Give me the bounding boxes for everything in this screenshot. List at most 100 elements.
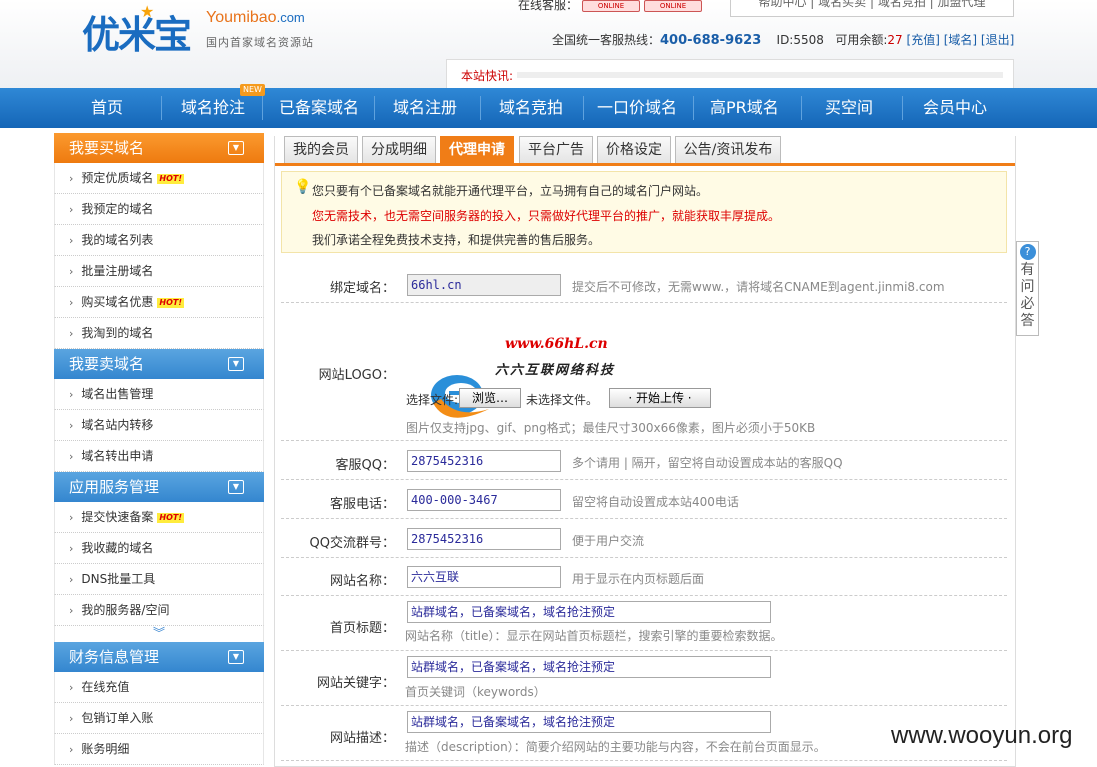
nav-divider bbox=[583, 96, 584, 120]
new-badge: NEW bbox=[240, 84, 265, 96]
help-icon: ? bbox=[1019, 244, 1036, 260]
phone-input[interactable]: 400-000-3467 bbox=[407, 489, 561, 511]
nav-divider bbox=[161, 96, 162, 120]
logo[interactable]: 优米宝 bbox=[82, 4, 192, 59]
chevron-right-icon: › bbox=[69, 573, 74, 586]
sidebar-item-fast-icp[interactable]: › 提交快速备案 HOT! bbox=[54, 502, 264, 533]
recharge-link[interactable]: [充值] bbox=[907, 33, 940, 47]
expand-more-icon[interactable]: ︾ bbox=[54, 626, 264, 642]
tab-my-members[interactable]: 我的会员 bbox=[284, 136, 358, 163]
bind-domain-field[interactable]: 66hl.cn bbox=[407, 274, 561, 296]
logo-cn-text: 六六互联网络科技 bbox=[495, 363, 616, 378]
top-links[interactable]: 帮助中心 | 域名买卖 | 域名竞拍 | 加盟代理 bbox=[730, 0, 1014, 17]
chevron-right-icon: › bbox=[69, 681, 74, 694]
sidebar-group-buy[interactable]: 我要买域名 ▼ bbox=[54, 133, 264, 163]
news-content[interactable] bbox=[517, 72, 1003, 78]
hot-badge: HOT! bbox=[157, 173, 185, 184]
form-row-keywords: 网站关键字： 站群域名，已备案域名，域名抢注预定 首页关键词（keywords） bbox=[281, 651, 1007, 706]
sidebar-item-domain-discount[interactable]: › 购买域名优惠 HOT! bbox=[54, 287, 264, 318]
tab-price-settings[interactable]: 价格设定 bbox=[597, 136, 671, 163]
nav-home[interactable]: 首页 bbox=[91, 88, 123, 128]
form-row-qq: 客服QQ： 2875452316 多个请用 | 隔开，留空将自动设置成本站的客服… bbox=[281, 441, 1007, 480]
sidebar-group-finance[interactable]: 财务信息管理 ▼ bbox=[54, 642, 264, 672]
form-row-logo: 网站LOGO： www.66hL.cn 六六互联网络科技 选择文件: 浏览… 未… bbox=[281, 303, 1007, 441]
nav-domain-auction[interactable]: 域名竞拍 bbox=[499, 88, 563, 128]
collapse-icon[interactable]: ▼ bbox=[228, 141, 244, 155]
field-hint: 描述（description）：简要介绍网站的主要功能与内容，不会在前台页面显示… bbox=[405, 740, 826, 754]
sidebar-group-services[interactable]: 应用服务管理 ▼ bbox=[54, 472, 264, 502]
field-hint: 首页关键词（keywords） bbox=[405, 685, 546, 699]
form-row-bind-domain: 绑定域名： 66hl.cn 提交后不可修改，无需www.，请将域名CNAME到a… bbox=[281, 263, 1007, 303]
nav-divider bbox=[262, 96, 263, 120]
collapse-icon[interactable]: ▼ bbox=[228, 650, 244, 664]
watermark: www.wooyun.org bbox=[891, 722, 1073, 749]
nav-domain-register[interactable]: 域名注册 bbox=[393, 88, 457, 128]
sidebar-item-my-reserved[interactable]: › 我预定的域名 bbox=[54, 194, 264, 225]
chevron-right-icon: › bbox=[69, 450, 74, 463]
sidebar-item-sale-manage[interactable]: › 域名出售管理 bbox=[54, 379, 264, 410]
field-hint: 网站名称（title）：显示在网站首页标题栏，搜索引擎的重要检索数据。 bbox=[405, 629, 783, 643]
nav-icp-domains[interactable]: 已备案域名 bbox=[279, 88, 359, 128]
nav-domain-snap[interactable]: 域名抢注 bbox=[181, 88, 245, 128]
form-row-site-name: 网站名称： 六六互联 用于显示在内页标题后面 bbox=[281, 558, 1007, 596]
sidebar-item-recharge[interactable]: › 在线充值 bbox=[54, 672, 264, 703]
tab-announcements[interactable]: 公告/资讯发布 bbox=[675, 136, 781, 163]
sidebar-item-reserve-domain[interactable]: › 预定优质域名 HOT! bbox=[54, 163, 264, 194]
sidebar-item-dns-tool[interactable]: › DNS批量工具 bbox=[54, 564, 264, 595]
sidebar-item-bulk-register[interactable]: › 批量注册域名 bbox=[54, 256, 264, 287]
form-row-qq-group: QQ交流群号： 2875452316 便于用户交流 bbox=[281, 519, 1007, 558]
nav-buy-hosting[interactable]: 买空间 bbox=[825, 88, 873, 128]
chevron-right-icon: › bbox=[69, 265, 74, 278]
chevron-right-icon: › bbox=[69, 388, 74, 401]
no-file-text: 未选择文件。 bbox=[526, 393, 599, 407]
field-label: 客服电话： bbox=[329, 497, 395, 512]
collapse-icon[interactable]: ▼ bbox=[228, 480, 244, 494]
hot-badge: HOT! bbox=[157, 512, 185, 523]
balance-value: 27 bbox=[887, 33, 903, 47]
sidebar-item-account-detail[interactable]: › 账务明细 bbox=[54, 734, 264, 765]
notice-box: 💡 您只要有个已备案域名就能开通代理平台，立马拥有自己的域名门户网站。 您无需技… bbox=[281, 171, 1007, 253]
sidebar-group-sell[interactable]: 我要卖域名 ▼ bbox=[54, 349, 264, 379]
upload-button[interactable]: · 开始上传 · bbox=[609, 388, 711, 408]
tab-commission[interactable]: 分成明细 bbox=[362, 136, 436, 163]
field-hint: 图片仅支持jpg、gif、png格式；最佳尺寸300x66像素，图片必须小于50… bbox=[406, 421, 816, 435]
domain-link[interactable]: [域名] bbox=[944, 33, 977, 47]
sidebar-item-my-servers[interactable]: › 我的服务器/空间 bbox=[54, 595, 264, 626]
sidebar-item-favorites[interactable]: › 我收藏的域名 bbox=[54, 533, 264, 564]
notice-line: 我们承诺全程免费技术支持，和提供完善的售后服务。 bbox=[312, 233, 601, 247]
nav-member-center[interactable]: 会员中心 bbox=[923, 88, 987, 128]
sidebar-item-transfer-out[interactable]: › 域名转出申请 bbox=[54, 441, 264, 472]
logout-link[interactable]: [退出] bbox=[981, 33, 1014, 47]
field-hint: 留空将自动设置成本站400电话 bbox=[572, 495, 739, 509]
sidebar-item-order-entry[interactable]: › 包销订单入账 bbox=[54, 703, 264, 734]
sidebar-item-my-domains[interactable]: › 我的域名列表 bbox=[54, 225, 264, 256]
chevron-right-icon: › bbox=[69, 712, 74, 725]
site-name-input[interactable]: 六六互联 bbox=[407, 566, 561, 588]
sidebar-item-my-found[interactable]: › 我淘到的域名 bbox=[54, 318, 264, 349]
online-badge-1[interactable]: ONLINE bbox=[582, 0, 641, 12]
nav-divider bbox=[480, 96, 481, 120]
home-title-input[interactable]: 站群域名，已备案域名，域名抢注预定 bbox=[407, 601, 771, 623]
choose-file-label: 选择文件: bbox=[406, 393, 459, 407]
hotline-number: 400-688-9623 bbox=[660, 33, 762, 48]
qq-group-input[interactable]: 2875452316 bbox=[407, 528, 561, 550]
browse-button[interactable]: 浏览… bbox=[459, 388, 521, 408]
nav-high-pr[interactable]: 高PR域名 bbox=[710, 88, 779, 128]
tab-platform-ads[interactable]: 平台广告 bbox=[519, 136, 593, 163]
sidebar-item-internal-transfer[interactable]: › 域名站内转移 bbox=[54, 410, 264, 441]
keywords-input[interactable]: 站群域名，已备案域名，域名抢注预定 bbox=[407, 656, 771, 678]
user-id: ID:5508 bbox=[776, 33, 824, 47]
qq-input[interactable]: 2875452316 bbox=[407, 450, 561, 472]
field-label: 网站LOGO： bbox=[318, 368, 395, 383]
online-badge-2[interactable]: ONLINE bbox=[644, 0, 703, 12]
chevron-right-icon: › bbox=[69, 327, 74, 340]
field-hint: 提交后不可修改，无需www.，请将域名CNAME到agent.jinmi8.co… bbox=[572, 280, 945, 294]
hot-badge: HOT! bbox=[157, 297, 185, 308]
form-row-phone: 客服电话： 400-000-3467 留空将自动设置成本站400电话 bbox=[281, 480, 1007, 519]
collapse-icon[interactable]: ▼ bbox=[228, 357, 244, 371]
tab-bar: 我的会员 分成明细 代理申请 平台广告 价格设定 公告/资讯发布 bbox=[275, 136, 1015, 166]
nav-fixed-price[interactable]: 一口价域名 bbox=[597, 88, 677, 128]
help-float-tab[interactable]: ? 有问必答 bbox=[1016, 241, 1039, 336]
description-input[interactable]: 站群域名，已备案域名，域名抢注预定 bbox=[407, 711, 771, 733]
tab-agent-apply[interactable]: 代理申请 bbox=[440, 136, 514, 163]
